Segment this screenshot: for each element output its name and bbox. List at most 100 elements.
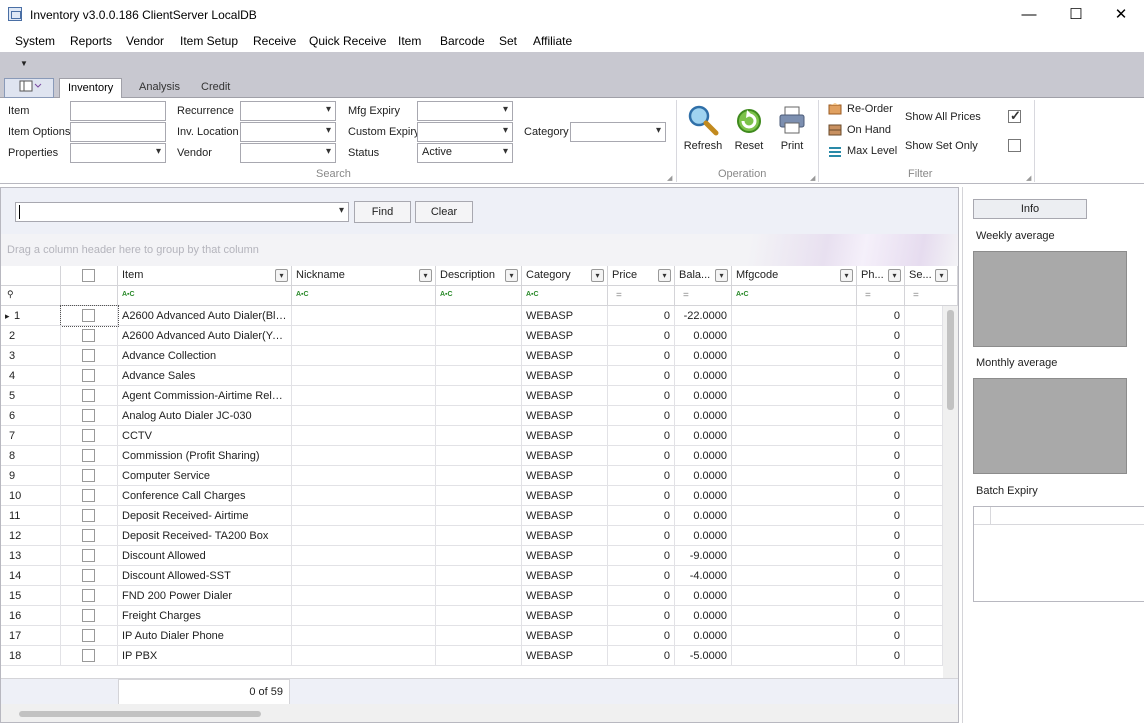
menu-system[interactable]: System [15, 34, 55, 48]
column-header-mfgcode[interactable]: Mfgcode ▾ [732, 266, 857, 286]
cell-nickname[interactable] [292, 506, 436, 526]
cell-nickname[interactable] [292, 426, 436, 446]
cell-price[interactable]: 0 [608, 366, 675, 386]
row-select-cell[interactable] [61, 546, 118, 566]
column-header-item[interactable]: Item ▾ [118, 266, 292, 286]
cell-item[interactable]: Freight Charges [118, 606, 292, 626]
minimize-button[interactable]: — [1006, 0, 1052, 30]
filter-cell-category[interactable]: A▪C [522, 286, 608, 306]
operation-launcher-icon[interactable]: ◢ [810, 174, 815, 182]
cell-se[interactable] [905, 426, 943, 446]
customize-qat-icon[interactable]: ▼ [20, 59, 28, 68]
cell-ph[interactable]: 0 [857, 526, 905, 546]
cell-se[interactable] [905, 646, 943, 666]
cell-balance[interactable]: 0.0000 [675, 486, 732, 506]
cell-item[interactable]: Commission (Profit Sharing) [118, 446, 292, 466]
cell-balance[interactable]: 0.0000 [675, 346, 732, 366]
cell-item[interactable]: IP Auto Dialer Phone [118, 626, 292, 646]
cell-balance[interactable]: 0.0000 [675, 626, 732, 646]
cell-price[interactable]: 0 [608, 626, 675, 646]
cell-category[interactable]: WEBASP [522, 526, 608, 546]
cell-se[interactable] [905, 326, 943, 346]
table-row[interactable]: 8 Commission (Profit Sharing) WEBASP 0 0.000… [1, 446, 943, 466]
cell-nickname[interactable] [292, 546, 436, 566]
row-checkbox[interactable] [82, 349, 95, 362]
row-checkbox[interactable] [82, 569, 95, 582]
cell-balance[interactable]: 0.0000 [675, 386, 732, 406]
cell-price[interactable]: 0 [608, 486, 675, 506]
cell-mfgcode[interactable] [732, 366, 857, 386]
cell-nickname[interactable] [292, 626, 436, 646]
cell-balance[interactable]: 0.0000 [675, 366, 732, 386]
row-select-cell[interactable] [61, 446, 118, 466]
cell-balance[interactable]: 0.0000 [675, 326, 732, 346]
clear-button[interactable]: Clear [415, 201, 473, 223]
cell-balance[interactable]: 0.0000 [675, 406, 732, 426]
scroll-thumb[interactable] [947, 310, 954, 410]
table-row[interactable]: 17 IP Auto Dialer Phone WEBASP 0 0.0000 0 [1, 626, 943, 646]
row-select-cell[interactable] [61, 566, 118, 586]
cell-se[interactable] [905, 546, 943, 566]
cell-balance[interactable]: 0.0000 [675, 586, 732, 606]
row-select-cell[interactable] [61, 646, 118, 666]
tab-inventory[interactable]: Inventory [59, 78, 123, 99]
cell-nickname[interactable] [292, 466, 436, 486]
cell-description[interactable] [436, 426, 522, 446]
cell-price[interactable]: 0 [608, 606, 675, 626]
cell-price[interactable]: 0 [608, 386, 675, 406]
filter-dropdown-icon[interactable]: ▾ [591, 269, 604, 282]
reset-button[interactable]: Reset [727, 102, 771, 158]
filter-dropdown-icon[interactable]: ▾ [888, 269, 901, 282]
cell-category[interactable]: WEBASP [522, 366, 608, 386]
cell-category[interactable]: WEBASP [522, 466, 608, 486]
cell-ph[interactable]: 0 [857, 486, 905, 506]
cell-se[interactable] [905, 486, 943, 506]
cell-item[interactable]: Advance Collection [118, 346, 292, 366]
row-checkbox[interactable] [82, 489, 95, 502]
cell-nickname[interactable] [292, 586, 436, 606]
filter-dropdown-icon[interactable]: ▾ [419, 269, 432, 282]
cell-description[interactable] [436, 486, 522, 506]
table-row[interactable]: 3 Advance Collection WEBASP 0 0.0000 0 [1, 346, 943, 366]
cell-se[interactable] [905, 446, 943, 466]
cell-se[interactable] [905, 366, 943, 386]
row-checkbox[interactable] [82, 469, 95, 482]
cell-nickname[interactable] [292, 566, 436, 586]
show-set-only-checkbox[interactable] [1008, 139, 1021, 152]
menu-item[interactable]: Item [398, 34, 421, 48]
cell-balance[interactable]: -5.0000 [675, 646, 732, 666]
column-header-balance[interactable]: Bala... ▾ [675, 266, 732, 286]
cell-mfgcode[interactable] [732, 466, 857, 486]
menu-set[interactable]: Set [499, 34, 517, 48]
cell-ph[interactable]: 0 [857, 566, 905, 586]
cell-mfgcode[interactable] [732, 446, 857, 466]
cell-nickname[interactable] [292, 526, 436, 546]
cell-nickname[interactable] [292, 486, 436, 506]
row-checkbox[interactable] [82, 329, 95, 342]
filter-dropdown-icon[interactable]: ▾ [715, 269, 728, 282]
cell-item[interactable]: FND 200 Power Dialer [118, 586, 292, 606]
column-header-category[interactable]: Category ▾ [522, 266, 608, 286]
cell-price[interactable]: 0 [608, 506, 675, 526]
filter-cell-mfgcode[interactable]: A▪C [732, 286, 857, 306]
cell-price[interactable]: 0 [608, 406, 675, 426]
cell-description[interactable] [436, 526, 522, 546]
cell-se[interactable] [905, 506, 943, 526]
table-row[interactable]: 4 Advance Sales WEBASP 0 0.0000 0 [1, 366, 943, 386]
filter-dropdown-icon[interactable]: ▾ [840, 269, 853, 282]
cell-mfgcode[interactable] [732, 426, 857, 446]
max-level-button[interactable]: Max Level [828, 145, 897, 163]
show-all-prices-checkbox[interactable] [1008, 108, 1021, 124]
table-row[interactable]: 11 Deposit Received- Airtime WEBASP 0 0.0000… [1, 506, 943, 526]
cell-ph[interactable]: 0 [857, 426, 905, 446]
cell-nickname[interactable] [292, 446, 436, 466]
cell-description[interactable] [436, 386, 522, 406]
table-row[interactable]: 2 A2600 Advanced Auto Dialer(Yellow) WEBAS… [1, 326, 943, 346]
cell-ph[interactable]: 0 [857, 386, 905, 406]
search-launcher-icon[interactable]: ◢ [667, 174, 672, 182]
cell-category[interactable]: WEBASP [522, 346, 608, 366]
cell-se[interactable] [905, 526, 943, 546]
cell-item[interactable]: A2600 Advanced Auto Dialer(Black) [118, 306, 292, 326]
category-dropdown[interactable] [570, 122, 666, 142]
cell-description[interactable] [436, 566, 522, 586]
